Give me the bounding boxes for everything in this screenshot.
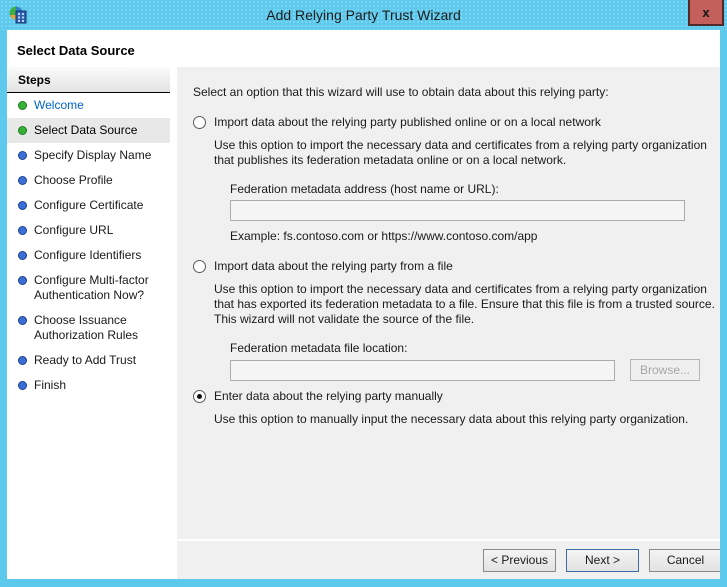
page-title: Select Data Source	[17, 43, 135, 58]
radio-import-file[interactable]	[193, 260, 206, 273]
next-button[interactable]: Next >	[566, 548, 639, 572]
footer-button-bar: < Previous Next > Cancel	[177, 539, 720, 579]
option-import-online-description: Use this option to import the necessary …	[214, 138, 707, 167]
radio-enter-manually[interactable]	[193, 390, 206, 403]
metadata-address-label: Federation metadata address (host name o…	[230, 182, 499, 196]
step-label: Configure Multi-factor Authentication No…	[34, 273, 149, 302]
cancel-button[interactable]: Cancel	[649, 548, 720, 572]
step-label: Configure URL	[34, 223, 114, 237]
step-bullet-icon	[18, 126, 27, 135]
browse-button[interactable]: Browse...	[630, 359, 700, 381]
step-bullet-icon	[18, 276, 27, 285]
wizard-dialog: Select Data Source Steps Welcome Select D…	[7, 30, 720, 579]
step-bullet-icon	[18, 381, 27, 390]
step-bullet-icon	[18, 316, 27, 325]
page-header: Select Data Source	[7, 30, 720, 67]
metadata-address-example: Example: fs.contoso.com or https://www.c…	[230, 229, 538, 243]
main-panel: Select an option that this wizard will u…	[177, 67, 720, 579]
radio-import-online[interactable]	[193, 116, 206, 129]
metadata-file-label: Federation metadata file location:	[230, 341, 408, 355]
sidebar-item-specify-display-name: Specify Display Name	[7, 143, 170, 168]
intro-text: Select an option that this wizard will u…	[193, 85, 609, 99]
step-label: Finish	[34, 378, 67, 392]
sidebar-item-choose-issuance-authorization-rules: Choose Issuance Authorization Rules	[7, 308, 170, 348]
step-label: Select Data Source	[34, 123, 138, 137]
title-bar: Add Relying Party Trust Wizard x	[0, 0, 727, 30]
sidebar-item-select-data-source: Select Data Source	[7, 118, 170, 143]
step-bullet-icon	[18, 151, 27, 160]
option-import-file[interactable]: Import data about the relying party from…	[193, 259, 719, 273]
wizard-window: Add Relying Party Trust Wizard x Select …	[0, 0, 727, 587]
step-bullet-icon	[18, 251, 27, 260]
previous-button[interactable]: < Previous	[483, 548, 556, 572]
sidebar-item-configure-certificate: Configure Certificate	[7, 193, 170, 218]
option-import-online[interactable]: Import data about the relying party publ…	[193, 115, 719, 129]
window-title: Add Relying Party Trust Wizard	[266, 7, 461, 23]
sidebar-item-choose-profile: Choose Profile	[7, 168, 170, 193]
sidebar-item-configure-multi-factor-authentication-now: Configure Multi-factor Authentication No…	[7, 268, 170, 308]
option-enter-manually[interactable]: Enter data about the relying party manua…	[193, 389, 719, 403]
sidebar-item-finish: Finish	[7, 373, 170, 398]
metadata-file-input[interactable]	[230, 359, 615, 381]
step-label: Welcome	[34, 98, 84, 112]
step-bullet-icon	[18, 356, 27, 365]
step-label: Configure Identifiers	[34, 248, 142, 262]
step-label: Specify Display Name	[34, 148, 152, 162]
metadata-address-input[interactable]	[230, 200, 685, 221]
option-enter-manually-description: Use this option to manually input the ne…	[214, 412, 689, 426]
option-import-online-label: Import data about the relying party publ…	[214, 115, 601, 129]
sidebar-item-welcome[interactable]: Welcome	[7, 93, 170, 118]
step-bullet-icon	[18, 226, 27, 235]
steps-list: Welcome Select Data Source Specify Display…	[7, 93, 170, 398]
steps-header: Steps	[7, 67, 170, 93]
close-icon: x	[702, 4, 710, 20]
close-button[interactable]: x	[688, 0, 724, 26]
step-bullet-icon	[18, 176, 27, 185]
step-label: Ready to Add Trust	[34, 353, 137, 367]
option-import-file-description: Use this option to import the necessary …	[214, 282, 715, 326]
step-bullet-icon	[18, 101, 27, 110]
sidebar-item-configure-url: Configure URL	[7, 218, 170, 243]
option-enter-manually-label: Enter data about the relying party manua…	[214, 389, 443, 403]
step-bullet-icon	[18, 201, 27, 210]
steps-sidebar: Steps Welcome Select Data Source Specify D…	[7, 67, 170, 579]
step-label: Choose Profile	[34, 173, 113, 187]
step-label: Configure Certificate	[34, 198, 144, 212]
sidebar-item-configure-identifiers: Configure Identifiers	[7, 243, 170, 268]
sidebar-item-ready-to-add-trust: Ready to Add Trust	[7, 348, 170, 373]
option-import-file-label: Import data about the relying party from…	[214, 259, 453, 273]
step-label: Choose Issuance Authorization Rules	[34, 313, 139, 342]
